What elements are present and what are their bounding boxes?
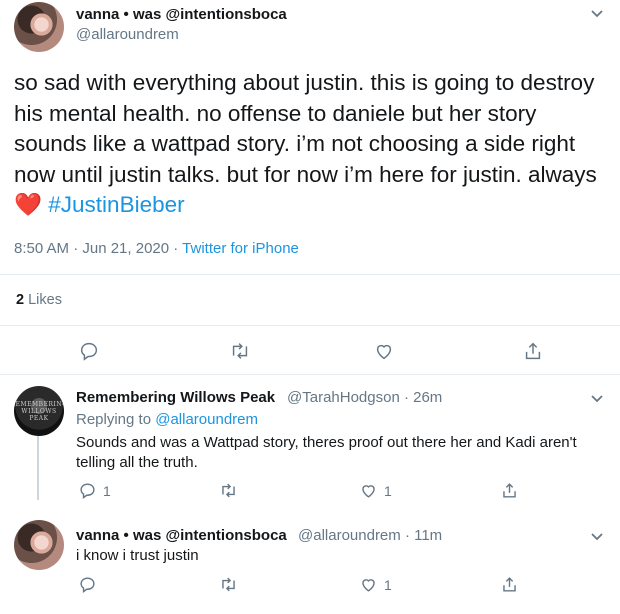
share-button[interactable] <box>500 575 519 594</box>
avatar[interactable] <box>14 520 64 570</box>
like-button[interactable] <box>373 340 395 362</box>
display-name[interactable]: vanna • was @intentionsboca <box>76 6 287 23</box>
retweet-button[interactable] <box>218 481 239 500</box>
reply-handle-time[interactable]: @allaroundrem · 11m <box>298 527 442 544</box>
retweet-button[interactable] <box>218 575 239 594</box>
avatar-lettering: REMEMBERING WILLOWS PEAK <box>14 400 64 422</box>
replying-to: Replying to @allaroundrem <box>76 411 258 428</box>
retweet-button[interactable] <box>228 340 252 362</box>
share-icon <box>525 342 541 360</box>
tweet-text: so sad with everything about justin. thi… <box>14 68 609 221</box>
replying-to-label: Replying to <box>76 411 156 428</box>
reply-display-name[interactable]: Remembering Willows Peak <box>76 389 275 406</box>
likes-label: Likes <box>24 292 62 308</box>
replying-to-handle[interactable]: @allaroundrem <box>155 411 258 428</box>
user-handle[interactable]: @allaroundrem <box>76 26 179 43</box>
source-link[interactable]: Twitter for iPhone <box>182 240 299 257</box>
reply-button[interactable] <box>78 340 100 362</box>
divider <box>0 374 620 375</box>
hashtag-link[interactable]: #JustinBieber <box>48 192 184 217</box>
thread-line <box>37 436 39 500</box>
heart-emoji: ❤️ <box>14 192 43 217</box>
reply-icon <box>80 577 95 594</box>
reply-button[interactable]: 1 <box>78 481 111 500</box>
like-count: 1 <box>384 576 392 593</box>
reply-icon <box>80 342 98 361</box>
reply-count: 1 <box>103 482 111 499</box>
avatar[interactable]: REMEMBERING WILLOWS PEAK <box>14 386 64 436</box>
reply-display-name[interactable]: vanna • was @intentionsboca <box>76 527 287 544</box>
like-button[interactable]: 1 <box>359 575 392 594</box>
heart-icon <box>362 579 375 592</box>
share-icon <box>503 577 516 592</box>
divider <box>0 274 620 275</box>
reply-text: i know i trust justin <box>76 547 199 564</box>
chevron-down-icon[interactable] <box>590 6 604 24</box>
retweet-icon <box>222 577 235 592</box>
retweet-icon <box>222 483 235 498</box>
share-button[interactable] <box>522 340 544 362</box>
chevron-down-icon[interactable] <box>590 529 604 547</box>
share-button[interactable] <box>500 481 519 500</box>
likes-count: 2 <box>16 292 25 308</box>
reply-button[interactable] <box>78 575 103 594</box>
heart-icon <box>362 485 375 498</box>
chevron-down-icon[interactable] <box>590 391 604 409</box>
tweet-text-body: so sad with everything about justin. thi… <box>14 70 597 187</box>
heart-icon <box>376 344 392 360</box>
divider <box>0 325 620 326</box>
retweet-icon <box>232 343 248 359</box>
reply-icon <box>80 483 95 500</box>
timestamp[interactable]: 8:50 AM · Jun 21, 2020 · <box>14 240 182 257</box>
reply-handle-time[interactable]: @TarahHodgson · 26m <box>287 389 442 406</box>
like-count: 1 <box>384 482 392 499</box>
like-button[interactable]: 1 <box>359 481 392 500</box>
share-icon <box>503 483 516 498</box>
likes-stat[interactable]: 2 Likes <box>16 292 62 308</box>
avatar[interactable] <box>14 2 64 52</box>
tweet-meta: 8:50 AM · Jun 21, 2020 · Twitter for iPh… <box>14 240 299 257</box>
reply-text: Sounds and was a Wattpad story, theres p… <box>76 434 577 471</box>
